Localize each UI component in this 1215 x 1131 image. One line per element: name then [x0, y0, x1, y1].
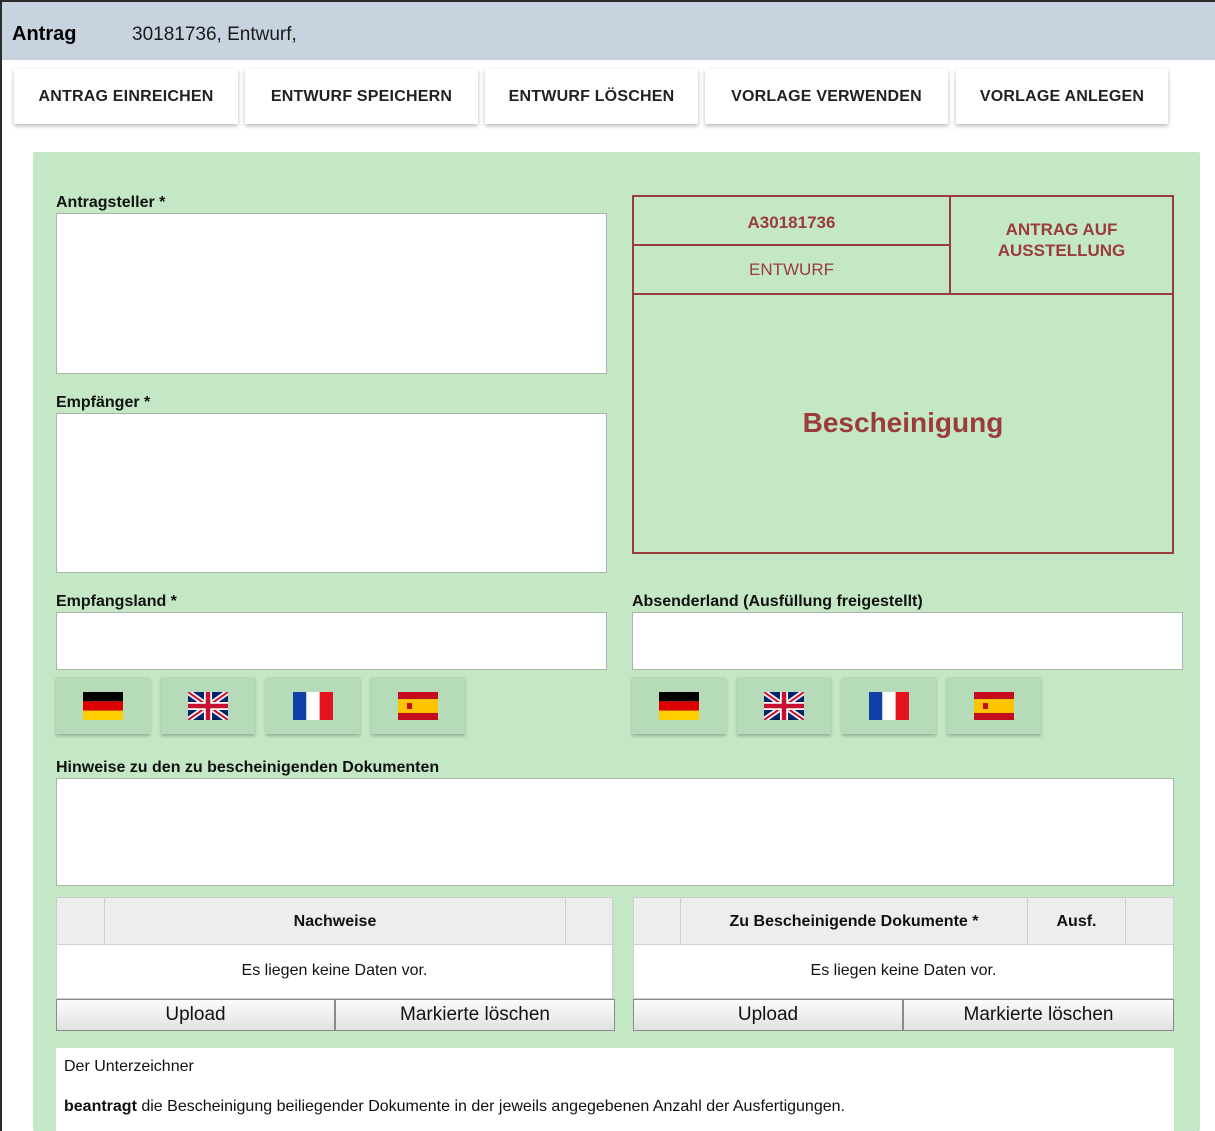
language-de-button[interactable]: [56, 677, 150, 734]
create-template-button[interactable]: VORLAGE ANLEGEN: [956, 69, 1168, 124]
page-subtitle: 30181736, Entwurf,: [132, 24, 297, 45]
recipient-label: Empfänger *: [56, 394, 151, 411]
evidence-delete-marked-button[interactable]: Markierte löschen: [335, 999, 615, 1031]
documents-column-header[interactable]: Zu Bescheinigende Dokumente *: [681, 898, 1028, 945]
action-column-header: [1126, 898, 1173, 945]
delete-draft-button[interactable]: ENTWURF LÖSCHEN: [485, 69, 698, 124]
documents-table: Zu Bescheinigende Dokumente * Ausf. Es l…: [633, 897, 1174, 999]
flag-germany-icon: [83, 691, 123, 720]
use-template-button[interactable]: VORLAGE VERWENDEN: [705, 69, 948, 124]
language-fr-button[interactable]: [842, 677, 936, 734]
recipient-textarea[interactable]: [56, 413, 607, 573]
language-es-button[interactable]: [371, 677, 465, 734]
flag-uk-icon: [764, 691, 804, 720]
applicant-textarea[interactable]: [56, 213, 607, 374]
flag-france-icon: [869, 691, 909, 720]
cert-divider: [634, 244, 949, 246]
copies-column-header[interactable]: Ausf.: [1028, 898, 1126, 945]
flag-germany-icon: [659, 691, 699, 720]
empty-table-message: Es liegen keine Daten vor.: [810, 962, 997, 979]
language-fr-button[interactable]: [266, 677, 360, 734]
flag-spain-icon: [974, 691, 1014, 720]
cert-divider: [634, 293, 1172, 295]
flag-spain-icon: [398, 691, 438, 720]
declaration-verb: beantragt: [64, 1098, 137, 1115]
certificate-kind: ANTRAG AUF AUSSTELLUNG: [997, 220, 1126, 260]
notes-label: Hinweise zu den zu bescheinigenden Dokum…: [56, 759, 440, 776]
flag-france-icon: [293, 691, 333, 720]
table-header: Nachweise: [57, 898, 612, 945]
applicant-label: Antragsteller *: [56, 194, 166, 211]
save-draft-button[interactable]: ENTWURF SPEICHERN: [245, 69, 478, 124]
origin-country-input[interactable]: [632, 612, 1183, 670]
destination-country-input[interactable]: [56, 612, 607, 670]
evidence-table: Nachweise Es liegen keine Daten vor.: [56, 897, 613, 999]
page-title: Antrag: [12, 23, 77, 45]
select-column-header[interactable]: [634, 898, 681, 945]
certificate-number: A30181736: [747, 213, 836, 232]
certificate-box: A30181736 ENTWURF ANTRAG AUF AUSSTELLUNG…: [632, 195, 1174, 554]
language-es-button[interactable]: [947, 677, 1041, 734]
declaration-line-2: beantragt die Bescheinigung beiliegender…: [64, 1098, 845, 1116]
documents-delete-marked-button[interactable]: Markierte löschen: [903, 999, 1174, 1031]
declaration-line-1: Der Unterzeichner: [64, 1058, 194, 1075]
certificate-state: ENTWURF: [749, 260, 834, 279]
submit-application-button[interactable]: ANTRAG EINREICHEN: [14, 69, 238, 124]
flag-uk-icon: [188, 691, 228, 720]
table-header: Zu Bescheinigende Dokumente * Ausf.: [634, 898, 1173, 945]
action-column-header: [566, 898, 612, 945]
language-en-button[interactable]: [737, 677, 831, 734]
certificate-title: Bescheinigung: [802, 407, 1004, 438]
empty-table-message: Es liegen keine Daten vor.: [241, 962, 428, 979]
evidence-column-header[interactable]: Nachweise: [105, 898, 566, 945]
title-bar: Antrag 30181736, Entwurf,: [2, 2, 1215, 60]
documents-upload-button[interactable]: Upload: [633, 999, 903, 1031]
language-en-button[interactable]: [161, 677, 255, 734]
select-column-header[interactable]: [57, 898, 105, 945]
declaration-text: die Bescheinigung beiliegender Dokumente…: [136, 1098, 845, 1115]
declaration-box: Der Unterzeichner beantragt die Beschein…: [56, 1048, 1174, 1131]
language-de-button[interactable]: [632, 677, 726, 734]
notes-textarea[interactable]: [56, 778, 1174, 886]
origin-country-label: Absenderland (Ausfüllung freigestellt): [632, 593, 923, 610]
evidence-upload-button[interactable]: Upload: [56, 999, 335, 1031]
destination-country-label: Empfangsland *: [56, 593, 177, 610]
